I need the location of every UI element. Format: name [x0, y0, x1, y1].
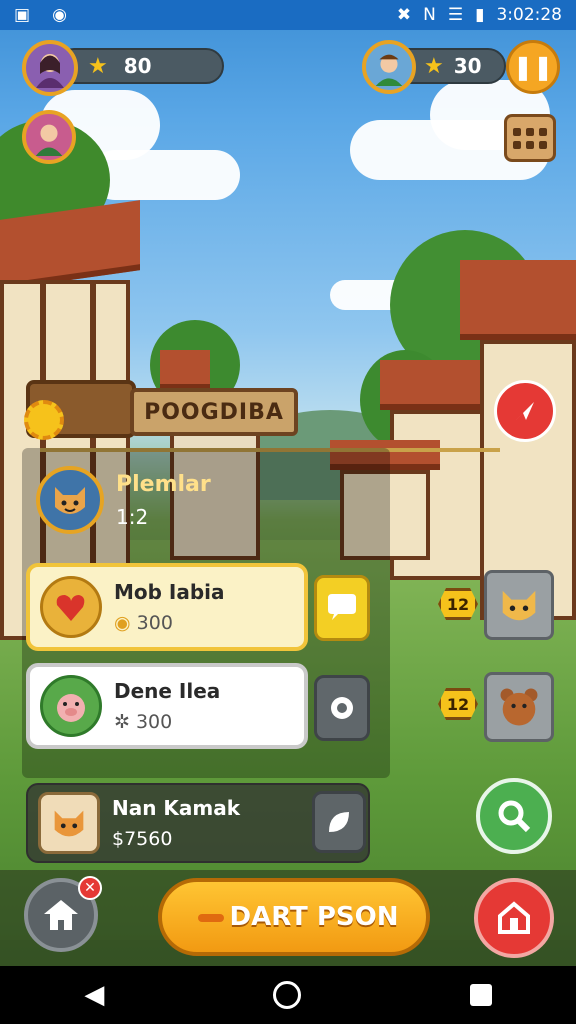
menu-grid-button[interactable]	[504, 114, 556, 162]
cash-icon: $	[112, 828, 125, 850]
close-icon: ✕	[84, 880, 96, 896]
mute-icon: ✖	[396, 5, 412, 25]
sun-icon	[24, 400, 64, 440]
cat-icon	[502, 590, 536, 621]
pause-button[interactable]: ❚❚	[506, 40, 560, 94]
search-icon	[498, 800, 531, 833]
card-value: 300	[136, 612, 173, 634]
card-icon	[38, 792, 100, 854]
player-stars-pill: ★ 80	[56, 48, 224, 84]
friend-avatar[interactable]	[22, 110, 76, 164]
level-badge: 12	[438, 688, 478, 720]
leaf-button[interactable]	[312, 791, 366, 853]
opponent-avatar[interactable]	[362, 40, 416, 94]
card-icon	[40, 576, 102, 638]
minus-icon	[198, 914, 224, 922]
shop-button[interactable]	[474, 878, 554, 958]
card-value: 300	[135, 711, 173, 733]
status-bar: ▣ ◉ ✖ N ☰ ▮ 3:02:28	[0, 0, 576, 30]
person-icon	[375, 54, 403, 86]
recents-icon[interactable]	[469, 984, 492, 1006]
shop-icon	[498, 901, 530, 934]
system-nav-bar: ◀	[0, 966, 576, 1024]
card-name: Nan Kamak	[112, 796, 241, 820]
card-name: Dene Ilea	[114, 679, 221, 703]
player-level: 1:2	[116, 504, 149, 529]
cloud	[90, 150, 240, 200]
player-stars: 80	[123, 54, 152, 78]
main-action-label: DART PSON	[229, 902, 399, 932]
menu-grid-icon	[513, 127, 521, 136]
leaf-icon	[329, 812, 349, 832]
search-button[interactable]	[476, 778, 552, 854]
pause-icon: ❚❚	[512, 53, 554, 81]
person-icon	[35, 124, 63, 156]
heart-icon	[56, 595, 85, 621]
home-icon	[44, 900, 78, 930]
gear-icon: ✲	[114, 711, 130, 733]
star-icon: ★	[424, 53, 444, 79]
close-badge[interactable]: ✕	[78, 876, 102, 900]
cat-icon	[55, 487, 85, 514]
network-icon: N	[423, 5, 436, 25]
coin-icon: ◉	[114, 612, 131, 634]
bear-icon	[500, 688, 538, 726]
pig-icon	[57, 694, 85, 722]
player-cat-avatar	[36, 466, 104, 534]
target-button[interactable]	[314, 675, 370, 741]
star-icon: ★	[88, 53, 108, 79]
wifi-icon: ☰	[447, 5, 464, 25]
clock: 3:02:28	[496, 5, 562, 25]
cat-icon	[54, 810, 84, 837]
game-screen: ▣ ◉ ✖ N ☰ ▮ 3:02:28 ★ 80 ★ 30 ❚❚ POOGDIB…	[0, 0, 576, 1024]
cat-thumbnail[interactable]	[484, 570, 554, 640]
opponent-stars: 30	[453, 54, 482, 78]
location-title: POOGDIBA	[130, 388, 298, 436]
card-name: Mob Iabia	[114, 580, 225, 604]
bear-thumbnail[interactable]	[484, 672, 554, 742]
notification-icon: ▣	[14, 5, 31, 25]
player-row[interactable]: Plemlar 1:2	[36, 462, 336, 538]
card-item[interactable]: Nan Kamak $7560	[26, 783, 370, 863]
level-badge: 12	[438, 588, 478, 620]
player-name: Plemlar	[116, 471, 211, 497]
target-icon	[331, 697, 353, 719]
back-icon[interactable]: ◀	[84, 980, 104, 1010]
chat-button[interactable]	[314, 575, 370, 641]
app-icon: ◉	[52, 5, 67, 25]
person-icon	[36, 54, 64, 88]
card-icon	[40, 675, 102, 737]
chat-icon	[328, 594, 356, 620]
location-button[interactable]	[494, 380, 556, 442]
location-icon	[516, 402, 534, 420]
main-action-button[interactable]: DART PSON	[158, 878, 430, 956]
card-item[interactable]: Mob Iabia ◉ 300	[26, 563, 308, 651]
home-circle-icon[interactable]	[272, 981, 301, 1009]
battery-icon: ▮	[475, 5, 485, 25]
card-item[interactable]: Dene Ilea ✲ 300	[26, 663, 308, 749]
player-avatar[interactable]	[22, 40, 78, 96]
card-value: 7560	[124, 828, 173, 850]
